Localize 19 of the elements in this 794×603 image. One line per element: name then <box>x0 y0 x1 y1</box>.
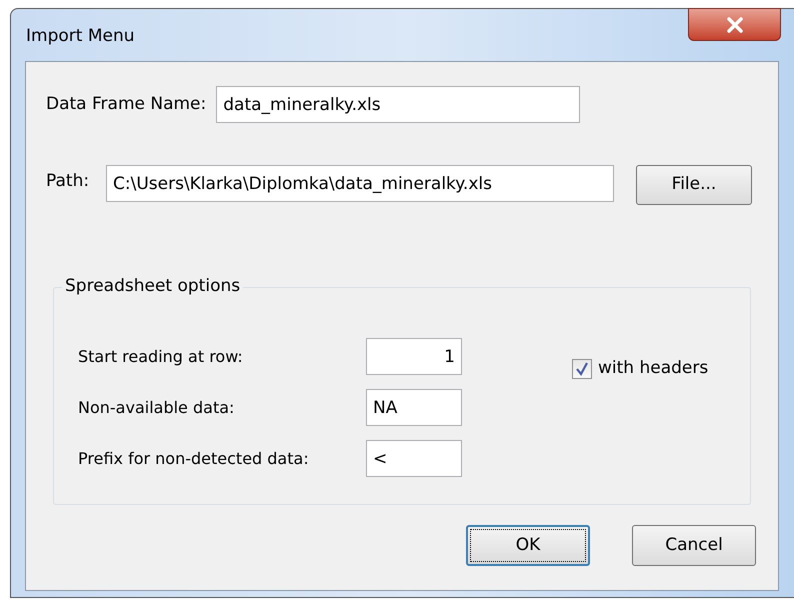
window-title: Import Menu <box>26 25 134 48</box>
checkmark-icon <box>575 362 589 376</box>
option-field[interactable]: NA <box>366 389 462 426</box>
option-label: Prefix for non-detected data: <box>78 448 310 470</box>
option-field[interactable]: < <box>366 440 462 477</box>
dialog-button[interactable]: Cancel <box>632 525 756 566</box>
data-frame-name-field[interactable]: data_mineralky.xls <box>216 86 580 123</box>
field-label: Path: <box>46 170 90 193</box>
path-field[interactable]: C:\Users\Klarka\Diplomka\data_mineralky.xls <box>106 165 614 202</box>
checkbox-label: with headers <box>598 357 708 380</box>
file-button[interactable]: File... <box>636 165 752 205</box>
dialog-button[interactable]: OK <box>466 525 590 566</box>
close-button[interactable] <box>688 8 781 41</box>
with-headers-checkbox[interactable] <box>572 358 592 379</box>
option-label: Non-available data: <box>78 396 236 418</box>
field-label: Data Frame Name: <box>46 92 206 116</box>
option-label: Start reading at row: <box>78 346 244 368</box>
close-icon <box>726 16 744 32</box>
option-field[interactable]: 1 <box>366 338 462 375</box>
